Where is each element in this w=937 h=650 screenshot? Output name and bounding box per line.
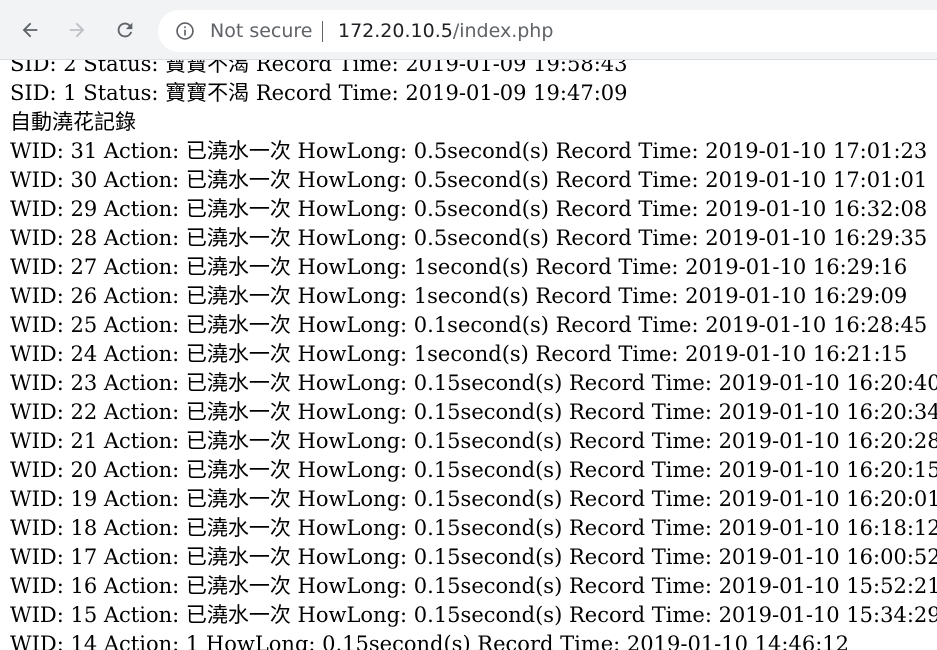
watering-record: WID: 24 Action: 已澆水一次 HowLong: 1second(s… <box>10 342 908 366</box>
watering-record: WID: 16 Action: 已澆水一次 HowLong: 0.15secon… <box>10 574 937 598</box>
watering-record: WID: 27 Action: 已澆水一次 HowLong: 1second(s… <box>10 255 908 279</box>
url-path: /index.php <box>452 20 554 42</box>
arrow-left-icon <box>22 22 38 38</box>
reload-button[interactable] <box>111 16 139 44</box>
page-content: SID: 2 Status: 寶寶不渴 Record Time: 2019-01… <box>10 60 937 650</box>
url-text[interactable]: 172.20.10.5/index.php <box>338 20 553 42</box>
watering-record: WID: 29 Action: 已澆水一次 HowLong: 0.5second… <box>10 197 928 221</box>
arrow-right-icon <box>69 22 85 38</box>
watering-record: WID: 20 Action: 已澆水一次 HowLong: 0.15secon… <box>10 458 937 482</box>
omnibox-divider <box>322 21 323 42</box>
watering-record: WID: 18 Action: 已澆水一次 HowLong: 0.15secon… <box>10 516 937 540</box>
reload-icon <box>117 22 133 38</box>
watering-log-heading: 自動澆花記錄 <box>10 110 136 134</box>
security-status-label[interactable]: Not secure <box>210 20 313 42</box>
status-record: SID: 1 Status: 寶寶不渴 Record Time: 2019-01… <box>10 81 628 105</box>
watering-record: WID: 28 Action: 已澆水一次 HowLong: 0.5second… <box>10 226 928 250</box>
watering-record: WID: 25 Action: 已澆水一次 HowLong: 0.1second… <box>10 313 928 337</box>
status-record: SID: 2 Status: 寶寶不渴 Record Time: 2019-01… <box>10 60 628 76</box>
back-button[interactable] <box>16 16 44 44</box>
watering-record: WID: 21 Action: 已澆水一次 HowLong: 0.15secon… <box>10 429 937 453</box>
watering-record: WID: 17 Action: 已澆水一次 HowLong: 0.15secon… <box>10 545 937 569</box>
info-icon[interactable] <box>175 21 195 41</box>
watering-record: WID: 30 Action: 已澆水一次 HowLong: 0.5second… <box>10 168 928 192</box>
watering-record: WID: 22 Action: 已澆水一次 HowLong: 0.15secon… <box>10 400 937 424</box>
address-bar[interactable]: Not secure 172.20.10.5/index.php <box>158 10 937 52</box>
watering-record: WID: 15 Action: 已澆水一次 HowLong: 0.15secon… <box>10 603 937 627</box>
watering-record: WID: 19 Action: 已澆水一次 HowLong: 0.15secon… <box>10 487 937 511</box>
url-host: 172.20.10.5 <box>338 20 453 42</box>
page-viewport: SID: 2 Status: 寶寶不渴 Record Time: 2019-01… <box>0 60 937 650</box>
watering-record: WID: 14 Action: 1 HowLong: 0.15second(s)… <box>10 632 849 650</box>
browser-toolbar: Not secure 172.20.10.5/index.php <box>0 0 937 60</box>
watering-record: WID: 23 Action: 已澆水一次 HowLong: 0.15secon… <box>10 371 937 395</box>
watering-record: WID: 26 Action: 已澆水一次 HowLong: 1second(s… <box>10 284 908 308</box>
watering-record: WID: 31 Action: 已澆水一次 HowLong: 0.5second… <box>10 139 928 163</box>
forward-button[interactable] <box>63 16 91 44</box>
